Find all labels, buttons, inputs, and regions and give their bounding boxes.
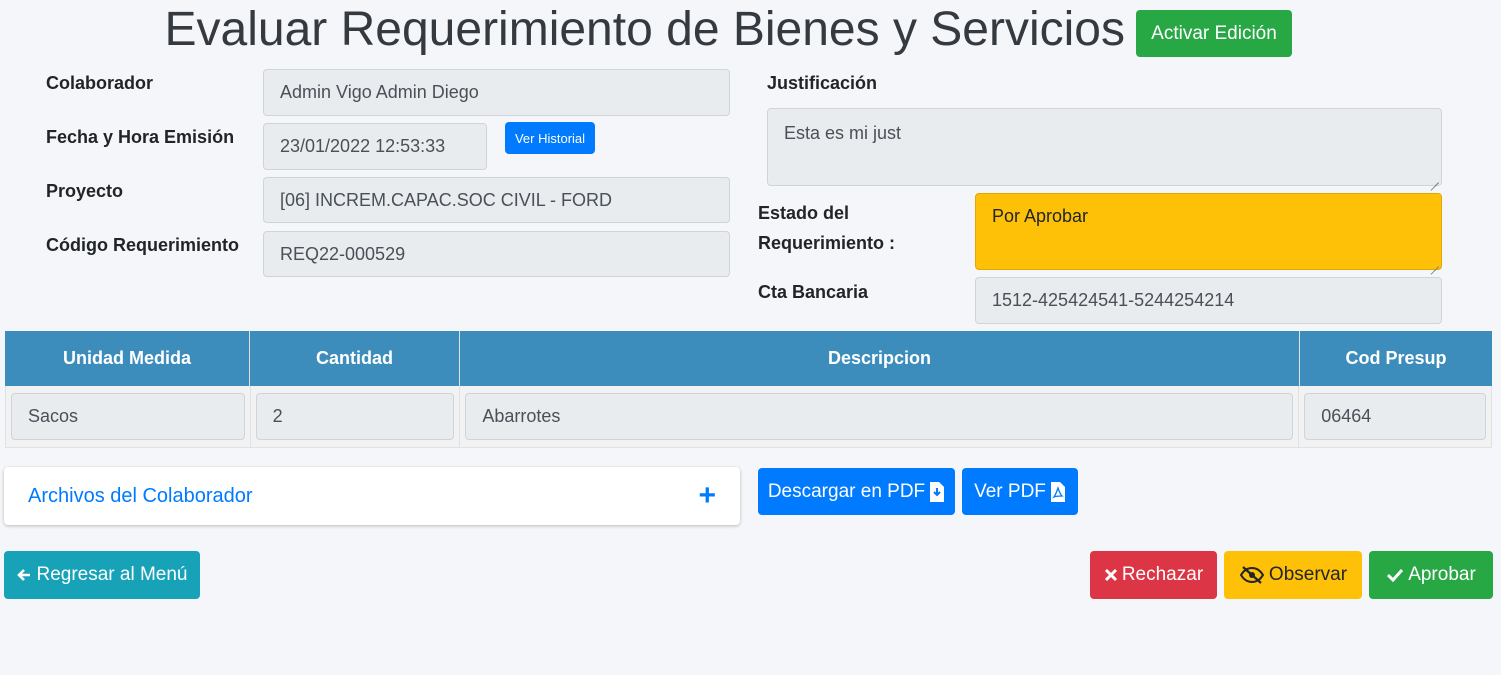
ver-historial-button[interactable]: Ver Historial <box>505 122 595 154</box>
table-row: Sacos 2 Abarrotes 06464 <box>5 386 1492 448</box>
colaborador-label: Colaborador <box>46 73 154 93</box>
col-cantidad: Cantidad <box>250 331 460 386</box>
resize-handle-icon[interactable] <box>1430 174 1439 183</box>
unidad-medida-field[interactable]: Sacos <box>11 393 245 440</box>
rechazar-label: Rechazar <box>1121 564 1204 585</box>
eye-slash-icon <box>1239 566 1265 584</box>
justificacion-text: Esta es mi just <box>784 123 902 143</box>
descargar-pdf-button[interactable]: Descargar en PDF <box>758 468 955 515</box>
file-pdf-icon <box>1050 481 1066 502</box>
col-descripcion: Descripcion <box>460 331 1300 386</box>
plus-icon[interactable]: + <box>698 481 716 511</box>
proyecto-field[interactable]: [06] INCREM.CAPAC.SOC CIVIL - FORD <box>263 177 730 223</box>
check-icon <box>1386 568 1404 582</box>
observar-label: Observar <box>1268 564 1348 585</box>
regresar-label: Regresar al Menú <box>36 564 188 585</box>
codigo-label: Código Requerimiento <box>46 235 239 255</box>
file-download-icon <box>929 481 945 502</box>
archivos-title: Archivos del Colaborador <box>28 484 253 507</box>
fecha-label: Fecha y Hora Emisión <box>46 127 235 147</box>
rechazar-button[interactable]: Rechazar <box>1090 551 1217 599</box>
fecha-field[interactable]: 23/01/2022 12:53:33 <box>263 123 487 170</box>
observar-button[interactable]: Observar <box>1224 551 1362 599</box>
estado-textarea[interactable]: Por Aprobar <box>975 193 1442 270</box>
justificacion-textarea[interactable]: Esta es mi just <box>767 108 1442 186</box>
ver-pdf-button[interactable]: Ver PDF <box>962 468 1078 515</box>
page-title: Evaluar Requerimiento de Bienes y Servic… <box>164 3 1125 56</box>
estado-text: Por Aprobar <box>992 206 1089 226</box>
archivos-card[interactable]: Archivos del Colaborador + <box>4 467 740 525</box>
proyecto-label: Proyecto <box>46 181 124 201</box>
ver-pdf-label: Ver PDF <box>974 480 1046 502</box>
activar-edicion-button[interactable]: Activar Edición <box>1136 10 1292 57</box>
colaborador-field[interactable]: Admin Vigo Admin Diego <box>263 69 730 116</box>
aprobar-button[interactable]: Aprobar <box>1369 551 1493 599</box>
col-cod-presup: Cod Presup <box>1345 348 1447 368</box>
cantidad-field[interactable]: 2 <box>255 393 455 440</box>
cta-label: Cta Bancaria <box>758 282 869 302</box>
regresar-menu-button[interactable]: Regresar al Menú <box>4 551 200 599</box>
descripcion-field[interactable]: Abarrotes <box>465 393 1294 440</box>
col-unidad-medida: Unidad Medida <box>5 331 250 386</box>
cod-presup-field[interactable]: 06464 <box>1304 393 1486 440</box>
table-header: Unidad Medida Cantidad Descripcion Cod P… <box>5 331 1492 386</box>
descargar-pdf-label: Descargar en PDF <box>767 480 926 502</box>
arrow-left-icon <box>16 567 32 583</box>
resize-handle-icon[interactable] <box>1430 258 1439 267</box>
estado-label: Estado del Requerimiento : <box>758 203 896 253</box>
aprobar-label: Aprobar <box>1408 564 1476 585</box>
x-icon <box>1104 568 1118 582</box>
cta-bancaria-field[interactable]: 1512-425424541-5244254214 <box>975 277 1442 324</box>
codigo-field[interactable]: REQ22-000529 <box>263 231 730 277</box>
justificacion-label: Justificación <box>767 73 878 93</box>
